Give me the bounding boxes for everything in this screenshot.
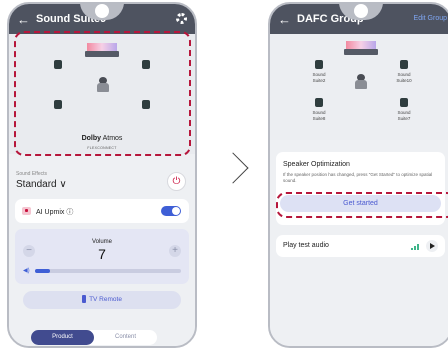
speaker-icon [315,98,323,107]
speaker-icon [315,60,323,69]
volume-value: 7 [98,246,106,262]
volume-speaker-icon: ◀) [23,268,30,274]
volume-card: − Volume 7 + ◀) [15,229,189,284]
tv-remote-button[interactable]: TV Remote [23,291,181,309]
comparison-stage: ← Sound Suite9 Dolby Atmos FLEXCONNECT S… [0,0,448,349]
play-icon[interactable] [426,240,438,252]
screen-body: Sound Suite2 Sound Suite10 Sound Suite8 … [270,34,448,346]
play-test-audio-card[interactable]: Play test audio [276,235,445,257]
tab-product[interactable]: Product [31,330,94,345]
highlight-get-started [276,192,448,218]
speaker-icon [400,60,408,69]
ai-upmix-label: AI Upmix ⓘ [36,209,74,216]
speaker-label: Sound Suite10 [396,72,412,83]
volume-up-button[interactable]: + [169,245,181,257]
speaker-layout: Sound Suite2 Sound Suite10 Sound Suite8 … [270,34,448,140]
speaker-label: Sound Suite2 [312,72,326,83]
volume-slider[interactable] [35,269,181,273]
equalizer-icon [411,244,421,250]
play-test-audio-label: Play test audio [283,242,329,249]
gear-icon[interactable] [176,13,187,24]
upmix-icon [22,207,31,215]
ai-upmix-card: AI Upmix ⓘ [15,199,189,223]
remote-icon [82,295,87,304]
bottom-tab-bar: Product Content [31,330,157,345]
speaker-label: Sound Suite8 [312,110,326,121]
listener-icon [355,74,367,89]
edit-group-link[interactable]: Edit Group [414,15,447,22]
speaker-label: Sound Suite7 [397,110,411,121]
sound-effects-dropdown[interactable]: Standard ∨ [16,179,67,190]
back-arrow-icon[interactable]: ← [17,13,30,26]
tab-content[interactable]: Content [94,330,157,345]
sound-effects-label: Sound Effects [16,171,48,177]
phone-dafc-group: ← DAFC Group Edit Group Sound Suite2 Sou… [268,2,448,348]
optimization-title: Speaker Optimization [283,161,350,168]
back-arrow-icon[interactable]: ← [278,13,291,26]
phone-sound-suite: ← Sound Suite9 Dolby Atmos FLEXCONNECT S… [7,2,197,348]
optimization-description: If the speaker position has changed, pre… [283,172,433,184]
ai-upmix-toggle[interactable] [161,206,181,216]
chevron-right-icon [217,152,249,184]
tv-remote-label: TV Remote [89,296,122,303]
volume-slider-fill [35,269,50,273]
tv-icon [344,41,378,55]
volume-label: Volume [91,239,112,245]
speaker-icon [400,98,408,107]
highlight-speaker-layout [14,31,191,156]
power-button[interactable]: ⏻ [167,172,186,191]
